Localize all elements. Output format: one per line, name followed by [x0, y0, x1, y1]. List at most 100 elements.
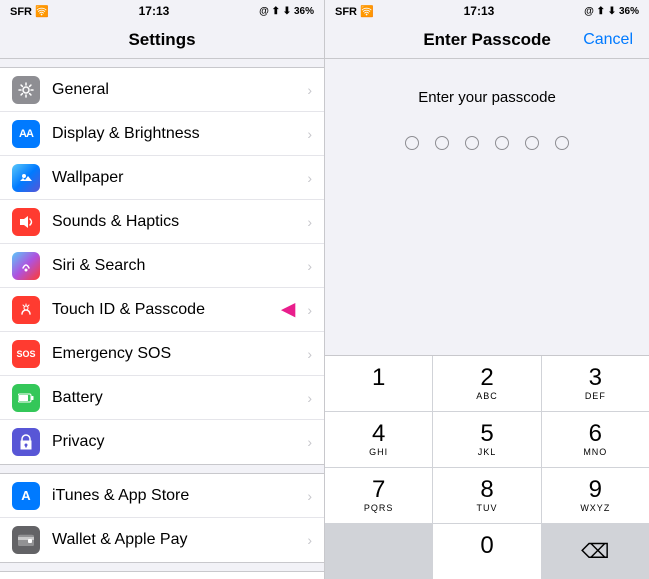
key-1-letters	[377, 391, 381, 401]
siri-icon	[12, 252, 40, 280]
settings-item-general[interactable]: General ›	[0, 68, 324, 112]
key-5-number: 5	[480, 422, 493, 446]
passcode-dot-1	[405, 136, 419, 150]
siri-chevron: ›	[307, 258, 312, 274]
battery-icon	[12, 384, 40, 412]
passcode-dot-2	[435, 136, 449, 150]
passcode-dot-3	[465, 136, 479, 150]
key-1[interactable]: 1	[325, 356, 432, 411]
general-icon	[12, 76, 40, 104]
status-icons-left: @ ⬆ ⬇ 36%	[259, 6, 314, 17]
key-7-number: 7	[372, 478, 385, 502]
numpad-row-1: 1 2 ABC 3 DEF	[325, 356, 649, 411]
sounds-icon	[12, 208, 40, 236]
key-5-letters: JKL	[478, 447, 497, 457]
status-bar-left: SFR 🛜 17:13 @ ⬆ ⬇ 36%	[0, 0, 324, 22]
settings-item-privacy[interactable]: Privacy ›	[0, 420, 324, 464]
passcode-nav-bar: Enter Passcode Cancel	[325, 22, 649, 59]
itunes-chevron: ›	[307, 488, 312, 504]
key-5[interactable]: 5 JKL	[433, 412, 540, 467]
wallpaper-chevron: ›	[307, 170, 312, 186]
cancel-button[interactable]: Cancel	[583, 31, 633, 49]
settings-item-display[interactable]: AA Display & Brightness ›	[0, 112, 324, 156]
status-icons-right: @ ⬆ ⬇ 36%	[584, 6, 639, 17]
carrier-right: SFR 🛜	[335, 5, 374, 18]
sos-icon: SOS	[12, 340, 40, 368]
sos-label: Emergency SOS	[52, 345, 303, 363]
key-empty	[325, 524, 432, 579]
passcode-dot-6	[555, 136, 569, 150]
key-0-number: 0	[480, 534, 493, 558]
key-4-letters: GHI	[369, 447, 388, 457]
key-backspace[interactable]: ⌫	[542, 524, 649, 579]
touchid-icon	[12, 296, 40, 324]
carrier-left: SFR 🛜	[10, 5, 49, 18]
key-4-number: 4	[372, 422, 385, 446]
settings-section-2: A iTunes & App Store › Wallet & Apple Pa…	[0, 473, 324, 563]
key-6[interactable]: 6 MNO	[542, 412, 649, 467]
key-3-number: 3	[589, 366, 602, 390]
privacy-icon	[12, 428, 40, 456]
key-9[interactable]: 9 WXYZ	[542, 468, 649, 523]
settings-section-1: General › AA Display & Brightness › Wall…	[0, 67, 324, 465]
key-7[interactable]: 7 PQRS	[325, 468, 432, 523]
settings-item-wallpaper[interactable]: Wallpaper ›	[0, 156, 324, 200]
key-8-letters: TUV	[476, 503, 497, 513]
display-icon: AA	[12, 120, 40, 148]
touchid-chevron: ›	[307, 302, 312, 318]
key-9-letters: WXYZ	[580, 503, 610, 513]
passcode-dots	[325, 126, 649, 180]
backspace-icon: ⌫	[581, 539, 609, 564]
settings-item-battery[interactable]: Battery ›	[0, 376, 324, 420]
wallet-icon	[12, 526, 40, 554]
settings-item-touchid[interactable]: Touch ID & Passcode ◄ ›	[0, 288, 324, 332]
passcode-prompt: Enter your passcode	[325, 59, 649, 126]
spacer	[325, 180, 649, 355]
key-4[interactable]: 4 GHI	[325, 412, 432, 467]
key-1-number: 1	[372, 366, 385, 390]
key-2-letters: ABC	[476, 391, 498, 401]
itunes-icon: A	[12, 482, 40, 510]
key-2[interactable]: 2 ABC	[433, 356, 540, 411]
settings-item-sos[interactable]: SOS Emergency SOS ›	[0, 332, 324, 376]
status-bar-right: SFR 🛜 17:13 @ ⬆ ⬇ 36%	[325, 0, 649, 22]
touchid-label: Touch ID & Passcode	[52, 301, 277, 319]
display-label: Display & Brightness	[52, 125, 303, 143]
key-2-number: 2	[480, 366, 493, 390]
settings-item-sounds[interactable]: Sounds & Haptics ›	[0, 200, 324, 244]
key-9-number: 9	[589, 478, 602, 502]
numpad-row-2: 4 GHI 5 JKL 6 MNO	[325, 412, 649, 467]
settings-item-siri[interactable]: Siri & Search ›	[0, 244, 324, 288]
key-0-letters	[485, 559, 489, 569]
key-6-number: 6	[589, 422, 602, 446]
key-8[interactable]: 8 TUV	[433, 468, 540, 523]
passcode-title: Enter Passcode	[391, 30, 583, 50]
general-chevron: ›	[307, 82, 312, 98]
wallet-chevron: ›	[307, 532, 312, 548]
battery-label: Battery	[52, 389, 303, 407]
settings-item-accounts[interactable]: Accounts & Passwords ›	[0, 572, 324, 579]
settings-item-itunes[interactable]: A iTunes & App Store ›	[0, 474, 324, 518]
key-3[interactable]: 3 DEF	[542, 356, 649, 411]
settings-nav-bar: Settings	[0, 22, 324, 59]
key-3-letters: DEF	[585, 391, 606, 401]
sounds-label: Sounds & Haptics	[52, 213, 303, 231]
wallet-label: Wallet & Apple Pay	[52, 531, 303, 549]
privacy-chevron: ›	[307, 434, 312, 450]
settings-item-wallet[interactable]: Wallet & Apple Pay ›	[0, 518, 324, 562]
passcode-dot-5	[525, 136, 539, 150]
settings-section-3: Accounts & Passwords › Mail ›	[0, 571, 324, 579]
wallpaper-label: Wallpaper	[52, 169, 303, 187]
pink-arrow-icon: ◄	[276, 296, 300, 324]
settings-title: Settings	[10, 30, 314, 50]
time-left: 17:13	[139, 4, 170, 18]
numpad-row-4: 0 ⌫	[325, 524, 649, 579]
privacy-label: Privacy	[52, 433, 303, 451]
numpad-row-3: 7 PQRS 8 TUV 9 WXYZ	[325, 468, 649, 523]
sounds-chevron: ›	[307, 214, 312, 230]
key-0[interactable]: 0	[433, 524, 540, 579]
time-right: 17:13	[464, 4, 495, 18]
key-6-letters: MNO	[583, 447, 607, 457]
general-label: General	[52, 81, 303, 99]
key-7-letters: PQRS	[364, 503, 394, 513]
